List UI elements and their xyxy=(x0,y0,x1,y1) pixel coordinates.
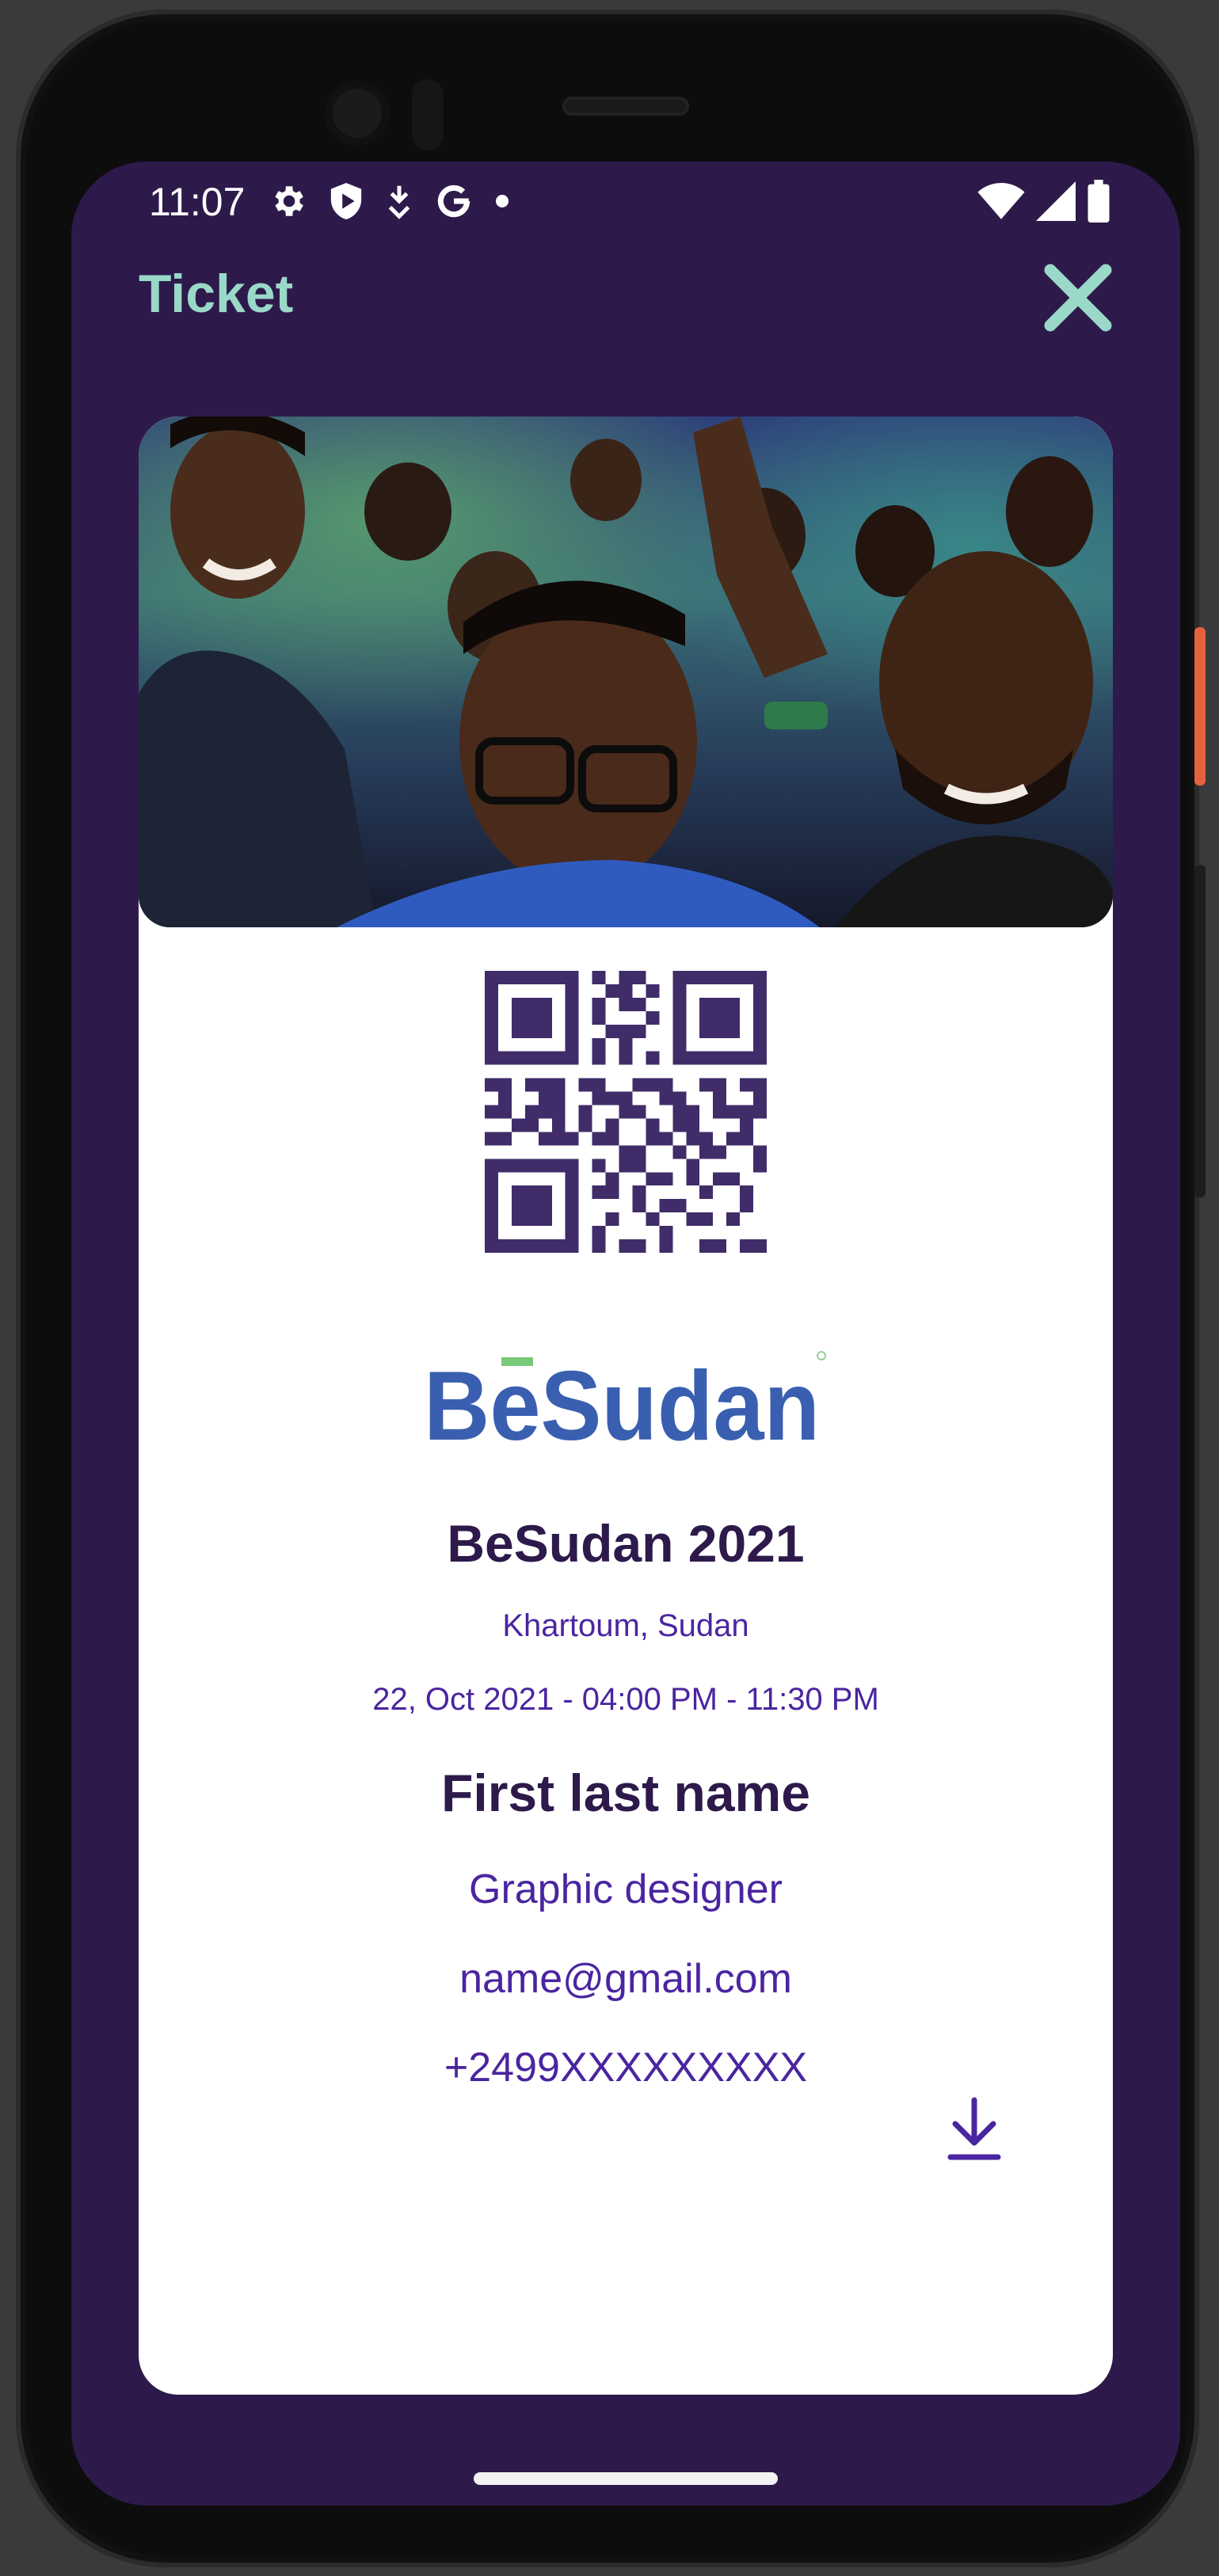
close-button[interactable] xyxy=(1041,261,1115,335)
gear-icon xyxy=(275,186,303,216)
attendee-name: First last name xyxy=(441,1764,810,1822)
status-time: 11:07 xyxy=(149,180,246,224)
wifi-icon xyxy=(977,182,1025,219)
ticket-card: BeSudan BeSudan 2021 Khartoum, Sudan 22,… xyxy=(139,417,1113,2395)
app-screen: 11:07 Ticket BeSudan BeSudan 2021 Kharto… xyxy=(71,162,1180,2506)
close-icon xyxy=(1044,264,1112,332)
battery-icon xyxy=(1088,180,1110,223)
power-button xyxy=(1194,627,1206,786)
google-g-icon xyxy=(437,185,470,218)
attendee-email: name@gmail.com xyxy=(459,1956,792,2002)
event-title: BeSudan 2021 xyxy=(447,1514,805,1573)
status-right-icons xyxy=(977,179,1110,223)
qr-code[interactable] xyxy=(485,971,767,1253)
download-icon xyxy=(947,2097,1001,2160)
earpiece-speaker xyxy=(562,97,689,116)
download-arrow-icon xyxy=(388,185,410,219)
attendee-phone: +2499XXXXXXXXX xyxy=(444,2045,808,2091)
volume-button xyxy=(1194,865,1206,1197)
proximity-sensor xyxy=(412,79,444,150)
download-ticket-button[interactable] xyxy=(943,2095,1006,2163)
besudan-logo: BeSudan xyxy=(424,1351,826,1454)
signal-icon xyxy=(1036,181,1076,221)
attendee-role: Graphic designer xyxy=(469,1866,783,1912)
dot-icon xyxy=(496,195,509,207)
event-hero-image xyxy=(139,417,1113,927)
event-datetime: 22, Oct 2021 - 04:00 PM - 11:30 PM xyxy=(372,1682,879,1717)
event-location: Khartoum, Sudan xyxy=(502,1608,749,1643)
status-left-icons xyxy=(268,179,510,223)
home-indicator[interactable] xyxy=(474,2472,778,2485)
front-camera xyxy=(325,81,390,146)
logo-text: BeSudan xyxy=(424,1352,820,1454)
shield-play-icon xyxy=(330,183,362,219)
phone-frame: 11:07 Ticket BeSudan BeSudan 2021 Kharto… xyxy=(16,10,1206,2567)
page-title: Ticket xyxy=(139,264,294,324)
status-bar: 11:07 xyxy=(71,162,1180,233)
